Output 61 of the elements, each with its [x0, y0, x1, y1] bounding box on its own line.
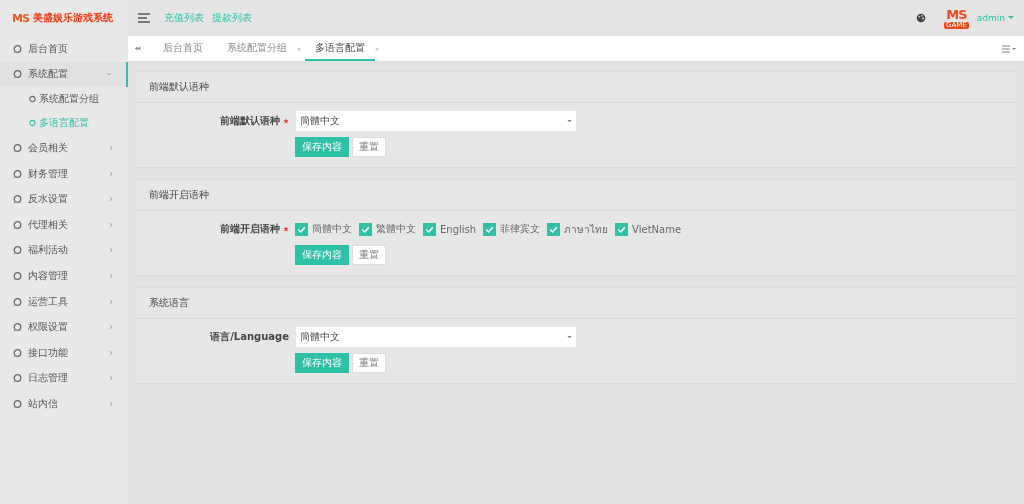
caret-icon[interactable]: [1008, 16, 1014, 20]
sidebar-item[interactable]: 内容管理: [0, 263, 128, 289]
sidebar-item[interactable]: 会员相关: [0, 135, 128, 161]
field-label: 前端默认语种: [220, 114, 280, 128]
menu-icon[interactable]: [138, 13, 150, 23]
checkbox[interactable]: [547, 222, 561, 236]
chevron-icon: [108, 196, 114, 203]
sidebar-item[interactable]: 运营工具: [0, 288, 128, 315]
chevron-icon: [108, 400, 114, 407]
sidebar-item[interactable]: 代理相关: [0, 211, 128, 238]
brand-title: 美盛娱乐游戏系统: [32, 11, 113, 25]
chevron-icon: [108, 349, 114, 356]
chevron-icon: [108, 170, 114, 177]
chevron-icon: [108, 145, 114, 151]
chevron-icon: [108, 272, 114, 279]
sidebar-item[interactable]: 反水设置: [0, 186, 128, 212]
field-label: 语言/Language: [210, 330, 289, 344]
language-select[interactable]: 簡體中文: [295, 326, 577, 348]
page-tab[interactable]: 系统配置分组: [217, 36, 297, 61]
reset-button[interactable]: 重置: [352, 353, 386, 373]
sidebar-item[interactable]: 权限设置: [0, 314, 128, 340]
rewind-icon[interactable]: [134, 46, 141, 51]
sidebar-item[interactable]: 福利活动: [0, 237, 128, 264]
chevron-icon: [108, 247, 114, 254]
checkbox-label: 簡體中文: [312, 222, 352, 236]
page-tab[interactable]: 多语言配置: [305, 36, 375, 61]
sidebar-item[interactable]: 日志管理: [0, 365, 128, 392]
tab-menu-icon[interactable]: [1002, 44, 1016, 53]
checkbox[interactable]: [615, 222, 629, 236]
sidebar-item[interactable]: 系统配置: [0, 61, 128, 88]
reset-button[interactable]: 重置: [352, 245, 386, 265]
card-title: 前端开启语种: [135, 180, 1017, 211]
caret-icon: [567, 119, 572, 123]
checkbox[interactable]: [423, 222, 436, 236]
chevron-icon: [106, 71, 112, 78]
page-tab[interactable]: 后台首页: [153, 36, 213, 61]
field-label: 前端开启语种: [220, 222, 280, 236]
sidebar-item[interactable]: 接口功能: [0, 339, 128, 366]
chevron-icon: [108, 298, 114, 305]
sidebar-subitem[interactable]: 系统配置分组: [0, 87, 128, 112]
caret-icon: [567, 335, 572, 339]
checkbox-label: VietName: [632, 223, 682, 235]
sidebar-item[interactable]: 后台首页: [0, 36, 128, 62]
reset-button[interactable]: 重置: [352, 137, 386, 157]
chevron-icon: [108, 324, 114, 331]
card-title: 系统语言: [135, 288, 1017, 319]
sidebar-item[interactable]: 站内信: [0, 391, 128, 417]
palette-icon[interactable]: [916, 13, 927, 23]
checkbox[interactable]: [359, 222, 372, 236]
checkbox-label: 繁體中文: [376, 222, 416, 236]
checkbox[interactable]: [483, 222, 497, 236]
chevron-icon: [108, 375, 114, 382]
checkbox-label: English: [440, 223, 477, 235]
chevron-icon: [108, 221, 114, 228]
checkbox-label: ภาษาไทย: [564, 222, 609, 237]
card-title: 前端默认语种: [135, 72, 1017, 103]
brand-logo: MS: [12, 11, 29, 25]
checkbox[interactable]: [295, 222, 308, 236]
language-select[interactable]: 簡體中文: [295, 110, 577, 132]
sidebar-item[interactable]: 财务管理: [0, 160, 128, 187]
checkbox-label: 菲律宾文: [500, 222, 541, 236]
